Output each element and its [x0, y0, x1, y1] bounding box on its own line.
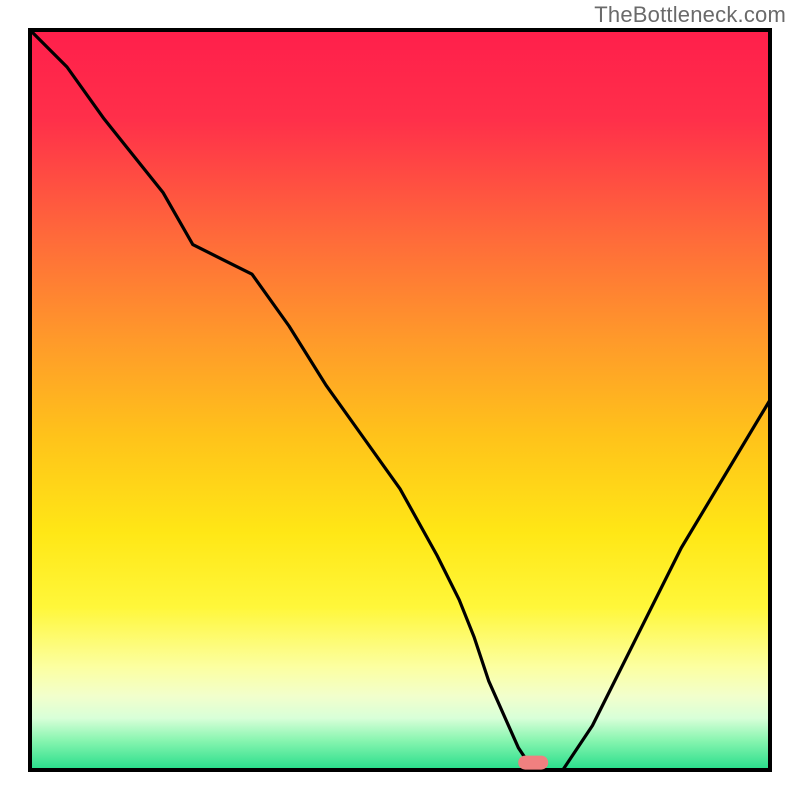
- bottleneck-chart: [0, 0, 800, 800]
- optimum-marker: [518, 756, 548, 770]
- gradient-background: [30, 30, 770, 770]
- chart-container: TheBottleneck.com: [0, 0, 800, 800]
- watermark-text: TheBottleneck.com: [594, 2, 786, 28]
